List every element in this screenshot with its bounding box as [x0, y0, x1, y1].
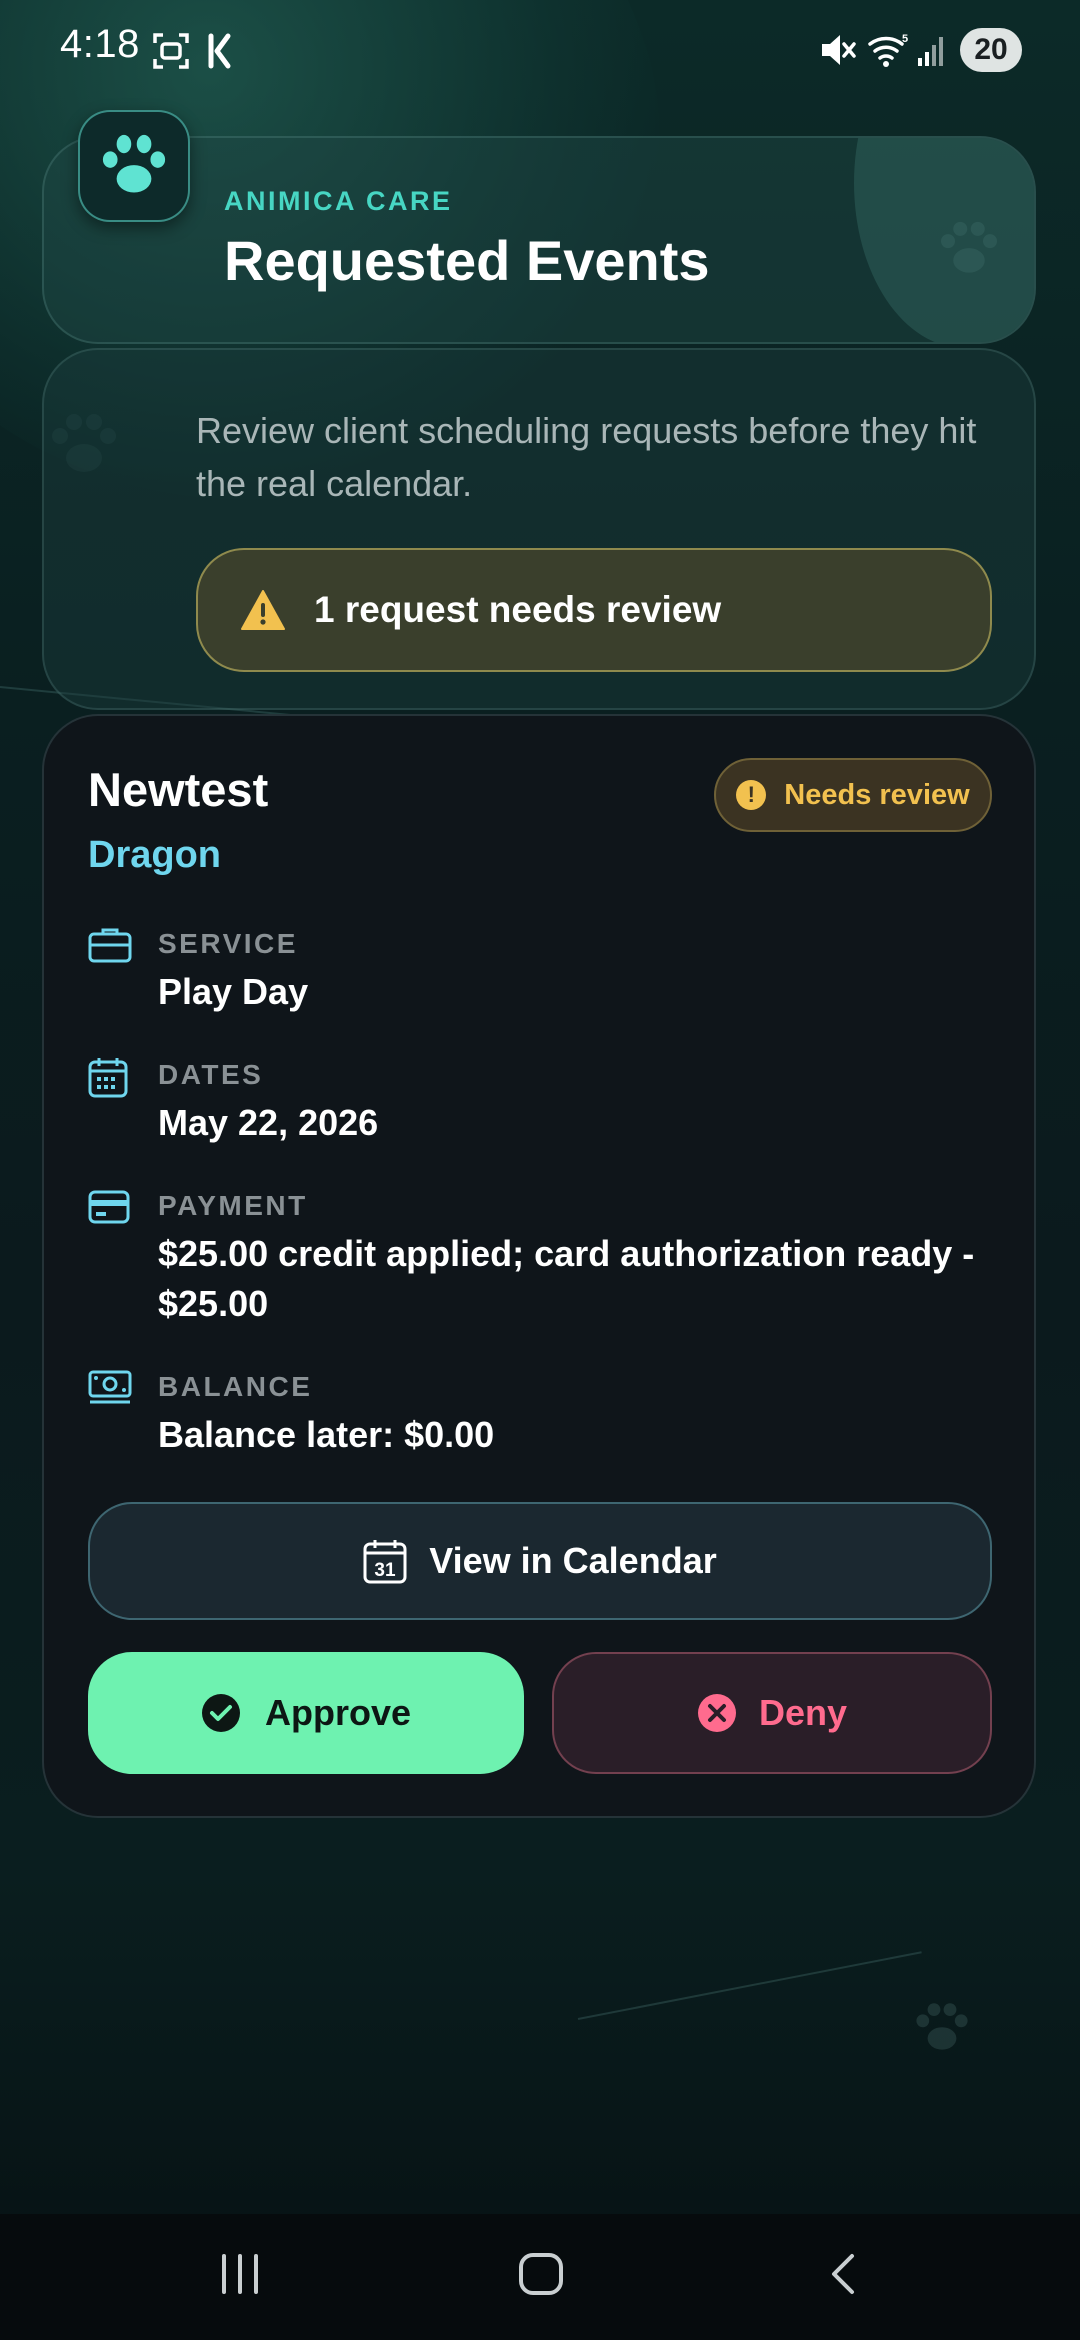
back-icon[interactable]: [826, 2252, 862, 2296]
background-line: [577, 1951, 922, 2020]
payment-label: PAYMENT: [158, 1190, 308, 1221]
paw-icon: [102, 134, 166, 193]
status-badge: ! Needs review: [714, 758, 992, 832]
recent-apps-icon[interactable]: [216, 2252, 264, 2296]
signal-icon: [918, 37, 943, 66]
status-time: 4:18: [60, 22, 140, 66]
service-value: Play Day: [158, 971, 309, 1012]
approve-label: Approve: [264, 1692, 412, 1733]
intro-description: Review client scheduling requests before…: [196, 410, 977, 504]
balance-label: BALANCE: [158, 1371, 313, 1402]
mute-icon: [822, 35, 856, 65]
svg-text:31: 31: [375, 1560, 397, 1581]
paw-watermark-icon: [916, 2003, 968, 2050]
status-badge-label: Needs review: [784, 778, 970, 811]
dates-label: DATES: [158, 1059, 264, 1090]
screenshot-icon: [153, 33, 189, 69]
deny-button[interactable]: Deny: [552, 1652, 992, 1774]
logo-badge: [78, 110, 190, 222]
dates-value: May 22, 2026: [158, 1102, 379, 1143]
view-in-calendar-label: View in Calendar: [429, 1540, 717, 1581]
payment-value: $25.00 credit applied; card authorizatio…: [158, 1233, 975, 1324]
system-nav-bar: [0, 2214, 1080, 2340]
battery-icon: 20: [960, 28, 1022, 72]
svg-text:5: 5: [902, 33, 908, 45]
alert-text: 1 request needs review: [314, 589, 722, 630]
briefcase-icon: [88, 928, 132, 963]
review-alert: 1 request needs review: [196, 548, 992, 672]
deny-label: Deny: [758, 1692, 848, 1733]
alert-circle-icon: !: [736, 780, 767, 810]
view-in-calendar-button[interactable]: 31 View in Calendar: [88, 1502, 992, 1620]
paw-watermark-icon: [941, 221, 997, 273]
close-circle-icon: [697, 1694, 736, 1732]
balance-value: Balance later: $0.00: [158, 1414, 495, 1455]
wifi-icon: 5: [868, 33, 908, 67]
brand-label: ANIMICA CARE: [224, 186, 453, 216]
client-name: Newtest: [88, 763, 269, 816]
warning-icon: [240, 589, 286, 631]
credit-card-icon: [88, 1190, 130, 1224]
page-title: Requested Events: [224, 229, 710, 292]
service-label: SERVICE: [158, 928, 298, 959]
cash-icon: [88, 1370, 132, 1404]
status-bar: 4:18 5 20: [0, 0, 1080, 100]
check-circle-icon: [201, 1694, 240, 1732]
calendar-icon: [88, 1058, 128, 1098]
home-icon[interactable]: [518, 2252, 564, 2296]
pet-name: Dragon: [88, 834, 221, 876]
calendar-icon: 31: [363, 1540, 407, 1584]
approve-button[interactable]: Approve: [88, 1652, 524, 1774]
k-app-icon: [208, 33, 231, 69]
